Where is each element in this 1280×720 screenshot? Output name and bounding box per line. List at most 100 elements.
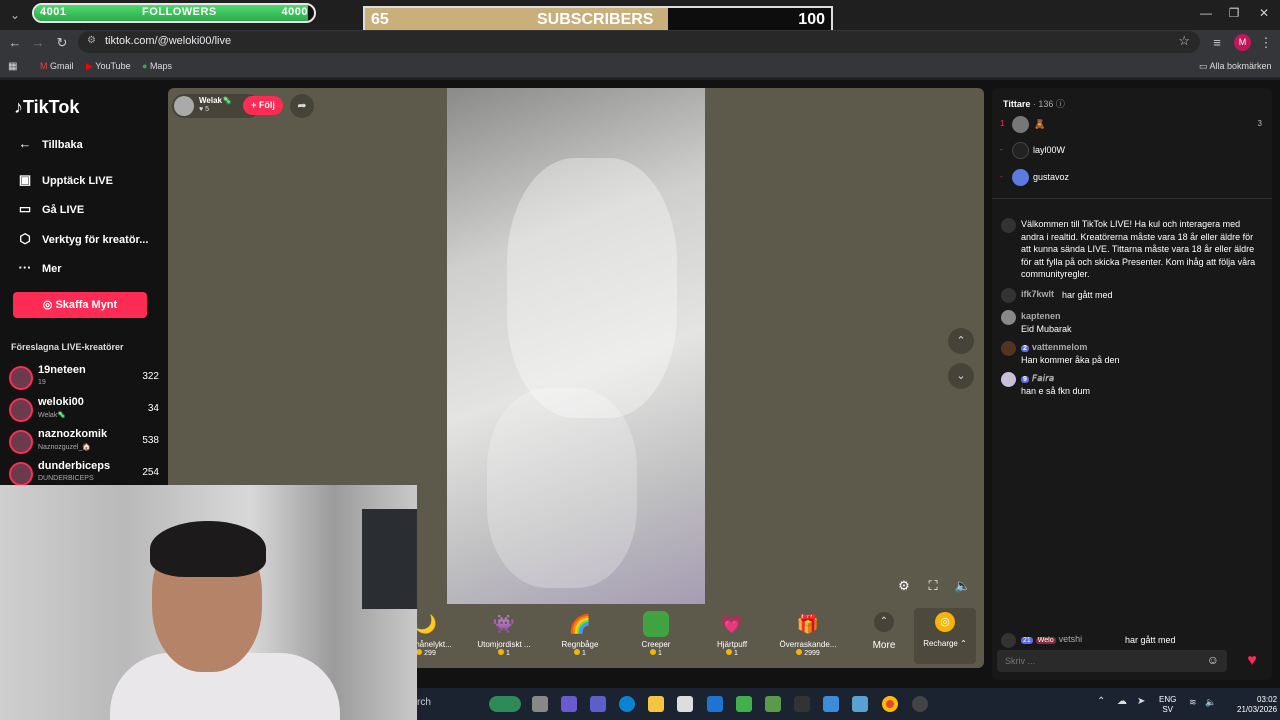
teams-icon[interactable]: [590, 696, 606, 712]
mail-icon[interactable]: [707, 696, 723, 712]
fullscreen-icon[interactable]: ⛶: [924, 577, 942, 595]
widget-icon[interactable]: [489, 696, 521, 712]
all-bookmarks[interactable]: ▭ Alla bokmärken: [1199, 61, 1272, 72]
share-icon[interactable]: ➦: [290, 94, 314, 118]
viewers-count: · 136: [1032, 99, 1054, 109]
minimize-icon[interactable]: —: [1196, 6, 1216, 22]
bookmark-star-icon[interactable]: ☆: [1178, 33, 1190, 49]
shield-icon[interactable]: [736, 696, 752, 712]
recharge-button[interactable]: ◎ Recharge ⌃: [914, 608, 976, 664]
url-field[interactable]: ⚙ tiktok.com/@weloki00/live ☆: [78, 31, 1200, 53]
info-icon[interactable]: ⓘ: [1056, 99, 1065, 109]
chevron-down-icon[interactable]: ⌄: [948, 363, 974, 389]
chevron-up-icon[interactable]: ⌃: [948, 328, 974, 354]
sidebar-item-label: Mer: [42, 263, 62, 275]
sidebar-item-more[interactable]: ··· Mer: [16, 260, 62, 275]
chat-user[interactable]: kaptenen: [1021, 311, 1061, 321]
file-explorer-icon[interactable]: [648, 696, 664, 712]
chat-user[interactable]: 9 𝘍𝘢𝘪𝘳𝘢: [1021, 373, 1054, 384]
tab-bar: ⌄ 4001 FOLLOWERS 4000 65 SUBSCRIBERS 100…: [0, 0, 1280, 34]
emoji-icon[interactable]: ☺: [1207, 653, 1219, 667]
menu-kebab-icon[interactable]: ⋮: [1257, 34, 1275, 52]
bookmarks-bar: ▦ M Gmail ▶ YouTube ● Maps ▭ Alla bokmär…: [0, 56, 1280, 78]
suggested-creator[interactable]: weloki00 Welak🦠 34: [9, 396, 159, 424]
more-label: More: [872, 640, 896, 651]
bookmark-youtube[interactable]: ▶ YouTube: [86, 61, 131, 72]
edge-icon[interactable]: [619, 696, 635, 712]
tab-search-chevron-icon[interactable]: ⌄: [6, 6, 24, 24]
volume-icon[interactable]: 🔈: [954, 577, 972, 595]
task-view-icon[interactable]: [532, 696, 548, 712]
sidebar-item-go-live[interactable]: ▭ Gå LIVE: [16, 201, 84, 217]
chrome-icon[interactable]: [882, 696, 898, 712]
chat-user[interactable]: 2 vattenmelom: [1021, 342, 1087, 352]
wifi-icon[interactable]: ≋: [1189, 697, 1197, 708]
alien-icon: 👾: [491, 611, 517, 637]
bookmark-maps[interactable]: ● Maps: [142, 61, 172, 71]
get-coins-button[interactable]: ◎ Skaffa Mynt: [13, 292, 147, 318]
top-viewer[interactable]: - gustavoz: [1000, 168, 1262, 188]
subscribers-label: SUBSCRIBERS: [537, 11, 654, 28]
back-link[interactable]: ← Tillbaka: [16, 136, 83, 151]
top-viewer[interactable]: 1 🧸 3: [1000, 115, 1262, 135]
copilot-icon[interactable]: [561, 696, 577, 712]
settings-gear-icon[interactable]: ⚙: [895, 577, 913, 595]
gift-item[interactable]: 💗 Hjärtpuff 1: [696, 608, 768, 664]
viewers-label: Tittare: [1003, 99, 1031, 109]
site-info-icon[interactable]: ⚙: [87, 35, 96, 46]
top-viewer[interactable]: - layl00W: [1000, 141, 1262, 161]
reload-icon[interactable]: ↻: [53, 34, 71, 52]
taskbar-search[interactable]: rch: [417, 697, 431, 708]
clock[interactable]: 03:02 21/03/2026: [1237, 695, 1277, 715]
suggested-creator[interactable]: naznozkomik Naznozguzel_🏠 538: [9, 428, 159, 456]
join-user[interactable]: 21 Welo vetshi: [1021, 634, 1082, 644]
back-arrow-icon[interactable]: ←: [6, 34, 24, 52]
sidebar-item-creator-tools[interactable]: ⬡ Verktyg för kreatör...: [16, 231, 148, 247]
viewers-heading[interactable]: Tittare · 136 ⓘ: [1003, 97, 1065, 110]
live-video[interactable]: [447, 88, 705, 604]
video-fabric-highlight: [507, 158, 677, 418]
reading-list-icon[interactable]: ≡: [1208, 34, 1226, 52]
language-secondary: SV: [1162, 705, 1173, 714]
suggested-creator[interactable]: 19neteen 19 322: [9, 364, 159, 392]
followers-label: FOLLOWERS: [142, 6, 217, 18]
follow-button[interactable]: + Följ: [243, 96, 283, 115]
gift-glyph: 🌈: [568, 614, 592, 634]
more-gifts-button[interactable]: ⌃ More: [864, 608, 904, 664]
sidebar-item-label: Upptäck LIVE: [42, 175, 113, 187]
restore-icon[interactable]: ❐: [1224, 6, 1244, 22]
close-icon[interactable]: ✕: [1254, 6, 1274, 22]
apps-grid-icon[interactable]: ▦: [8, 61, 17, 72]
gift-item[interactable]: 🌈 Regnbåge 1: [544, 608, 616, 664]
chat-input[interactable]: [997, 650, 1187, 672]
tiktok-logo[interactable]: ♪TikTok: [14, 97, 79, 118]
onedrive-icon[interactable]: ☁: [1117, 696, 1127, 707]
xbox-icon[interactable]: [765, 696, 781, 712]
chevron-up-icon[interactable]: ⌃: [1097, 696, 1105, 707]
bookmark-gmail[interactable]: M Gmail: [40, 61, 74, 71]
chevron-up-icon: ⌃: [874, 612, 894, 632]
gift-item[interactable]: Creeper 1: [620, 608, 692, 664]
heart-puff-icon: 💗: [719, 611, 745, 637]
dev-tool-icon[interactable]: [794, 696, 810, 712]
heart-icon[interactable]: ♥: [1241, 651, 1263, 671]
store-icon[interactable]: [677, 696, 693, 712]
obs-icon[interactable]: [912, 696, 928, 712]
gift-item[interactable]: 🎁 Överraskande... 2999: [772, 608, 844, 664]
language-indicator[interactable]: ENG SV: [1159, 695, 1176, 715]
profile-avatar[interactable]: M: [1234, 34, 1251, 51]
suggested-creator[interactable]: dunderbiceps DUNDERBICEPS 254: [9, 460, 159, 488]
speaker-icon[interactable]: 🔈: [1205, 697, 1216, 708]
address-bar-row: ← → ↻ ⚙ tiktok.com/@weloki00/live ☆ ≡ M …: [0, 30, 1280, 56]
sidebar-item-discover-live[interactable]: ▣ Upptäck LIVE: [16, 172, 113, 188]
photos-icon[interactable]: [823, 696, 839, 712]
media-icon[interactable]: [852, 696, 868, 712]
video-fabric-highlight: [487, 388, 637, 588]
chat-user[interactable]: ifk7kwlt: [1021, 289, 1054, 299]
chat-input-box: ☺: [997, 650, 1227, 672]
webcam-background-tv: [362, 509, 417, 609]
viewer-name: gustavoz: [1033, 172, 1070, 182]
gift-item[interactable]: 👾 Utomjordiskt ... 1: [468, 608, 540, 664]
forward-arrow-icon[interactable]: →: [29, 34, 47, 52]
gift-glyph: 🌙: [414, 614, 438, 634]
